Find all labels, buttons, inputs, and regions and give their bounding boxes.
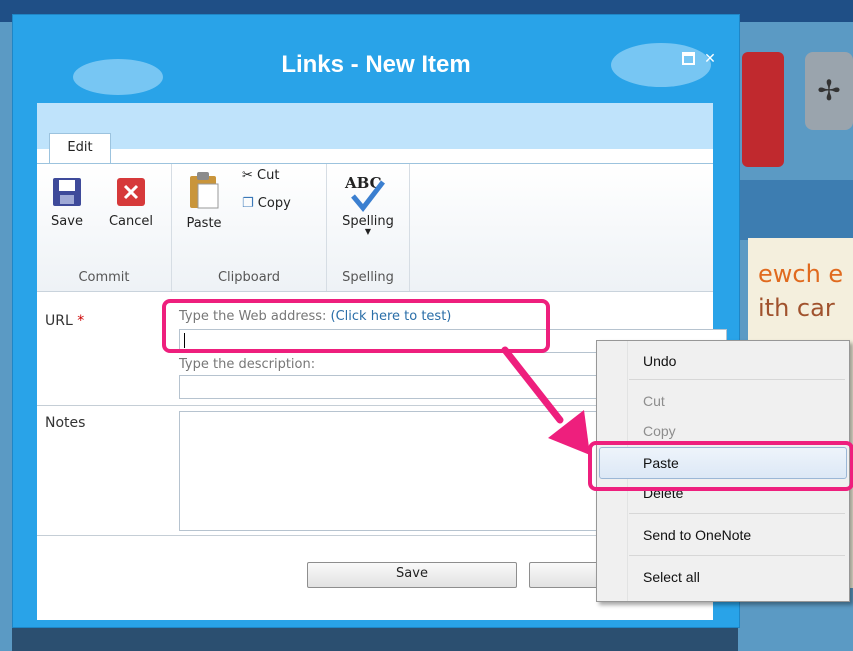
annotation-arrow	[501, 346, 590, 455]
